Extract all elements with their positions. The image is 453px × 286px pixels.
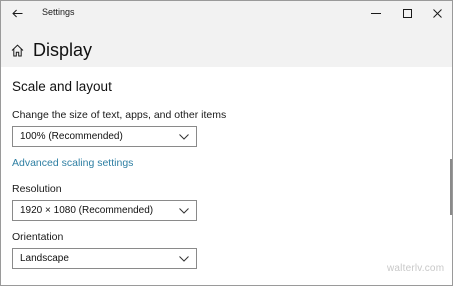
chevron-down-icon <box>179 254 189 264</box>
chevron-down-icon <box>179 132 189 142</box>
close-button[interactable] <box>422 1 452 25</box>
advanced-scaling-link[interactable]: Advanced scaling settings <box>12 157 133 169</box>
home-icon[interactable] <box>11 43 25 57</box>
watermark: walterlv.com <box>387 263 445 274</box>
maximize-icon <box>402 8 412 18</box>
resolution-dropdown[interactable]: 1920 × 1080 (Recommended) <box>12 200 197 221</box>
settings-window: Settings Display Scale and layout Change… <box>0 0 453 286</box>
chevron-down-icon <box>179 206 189 216</box>
scale-dropdown[interactable]: 100% (Recommended) <box>12 126 197 147</box>
maximize-button[interactable] <box>392 1 422 25</box>
page-header: Display <box>11 39 92 61</box>
minimize-button[interactable] <box>361 1 391 25</box>
window-title: Settings <box>42 7 75 17</box>
scrollbar-thumb[interactable] <box>450 159 452 215</box>
minimize-icon <box>371 13 381 14</box>
orientation-dropdown-value: Landscape <box>20 253 69 264</box>
header-area: Settings Display <box>1 1 452 67</box>
scale-label: Change the size of text, apps, and other… <box>12 109 227 121</box>
back-arrow-icon <box>11 9 22 17</box>
resolution-label: Resolution <box>12 183 62 195</box>
back-button[interactable] <box>1 1 33 25</box>
orientation-label: Orientation <box>12 231 64 243</box>
section-title: Scale and layout <box>12 79 112 94</box>
title-bar: Settings <box>1 1 452 25</box>
resolution-dropdown-value: 1920 × 1080 (Recommended) <box>20 205 154 216</box>
close-icon <box>432 8 442 18</box>
scale-dropdown-value: 100% (Recommended) <box>20 131 123 142</box>
page-title: Display <box>33 39 93 60</box>
orientation-dropdown[interactable]: Landscape <box>12 248 197 269</box>
